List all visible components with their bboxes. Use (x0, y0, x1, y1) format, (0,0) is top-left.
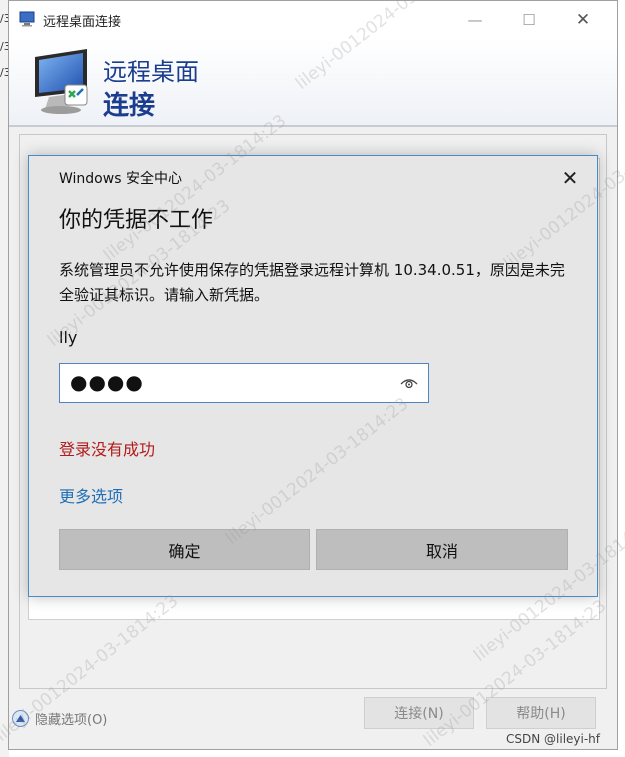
windows-security-dialog: Windows 安全中心 ✕ 你的凭据不工作 系统管理员不允许使用保存的凭据登录… (28, 155, 598, 597)
username-label: lly (59, 328, 78, 347)
maximize-icon[interactable]: ☐ (515, 7, 543, 33)
reveal-password-eye-icon[interactable] (400, 376, 418, 390)
help-button[interactable]: 帮助(H) (486, 697, 596, 729)
dialog-heading: 你的凭据不工作 (59, 208, 214, 233)
window-title: 远程桌面连接 (43, 15, 122, 30)
password-input[interactable]: ●●●● (59, 363, 429, 403)
ok-button[interactable]: 确定 (59, 529, 310, 570)
dialog-message: 系统管理员不允许使用保存的凭据登录远程计算机 10.34.0.51，原因是未完全… (59, 261, 565, 304)
dialog-title: Windows 安全中心 (59, 171, 182, 187)
banner-title-line2: 连接 (103, 91, 156, 121)
remote-desktop-app-icon (19, 11, 35, 27)
csdn-credit: CSDN @lileyi-hf (506, 732, 601, 746)
hide-options-toggle[interactable]: 隐藏选项(O) (12, 709, 107, 728)
more-options-link[interactable]: 更多选项 (59, 483, 123, 507)
minimize-icon[interactable]: — (461, 7, 489, 33)
cancel-button[interactable]: 取消 (316, 529, 568, 570)
chevron-up-icon (12, 710, 29, 727)
remote-desktop-monitor-icon (35, 49, 88, 114)
window-close-icon[interactable]: ✕ (569, 7, 597, 33)
window-titlebar[interactable]: 远程桌面连接 — ☐ ✕ (9, 1, 617, 39)
banner-title-line1: 远程桌面 (103, 58, 199, 86)
connect-button[interactable]: 连接(N) (364, 697, 474, 729)
password-value: ●●●● (70, 370, 144, 394)
login-error-message: 登录没有成功 (59, 440, 156, 459)
rdp-banner: 远程桌面 连接 (9, 39, 617, 127)
hide-options-label: 隐藏选项(O) (35, 713, 108, 728)
close-icon[interactable]: ✕ (553, 164, 587, 192)
